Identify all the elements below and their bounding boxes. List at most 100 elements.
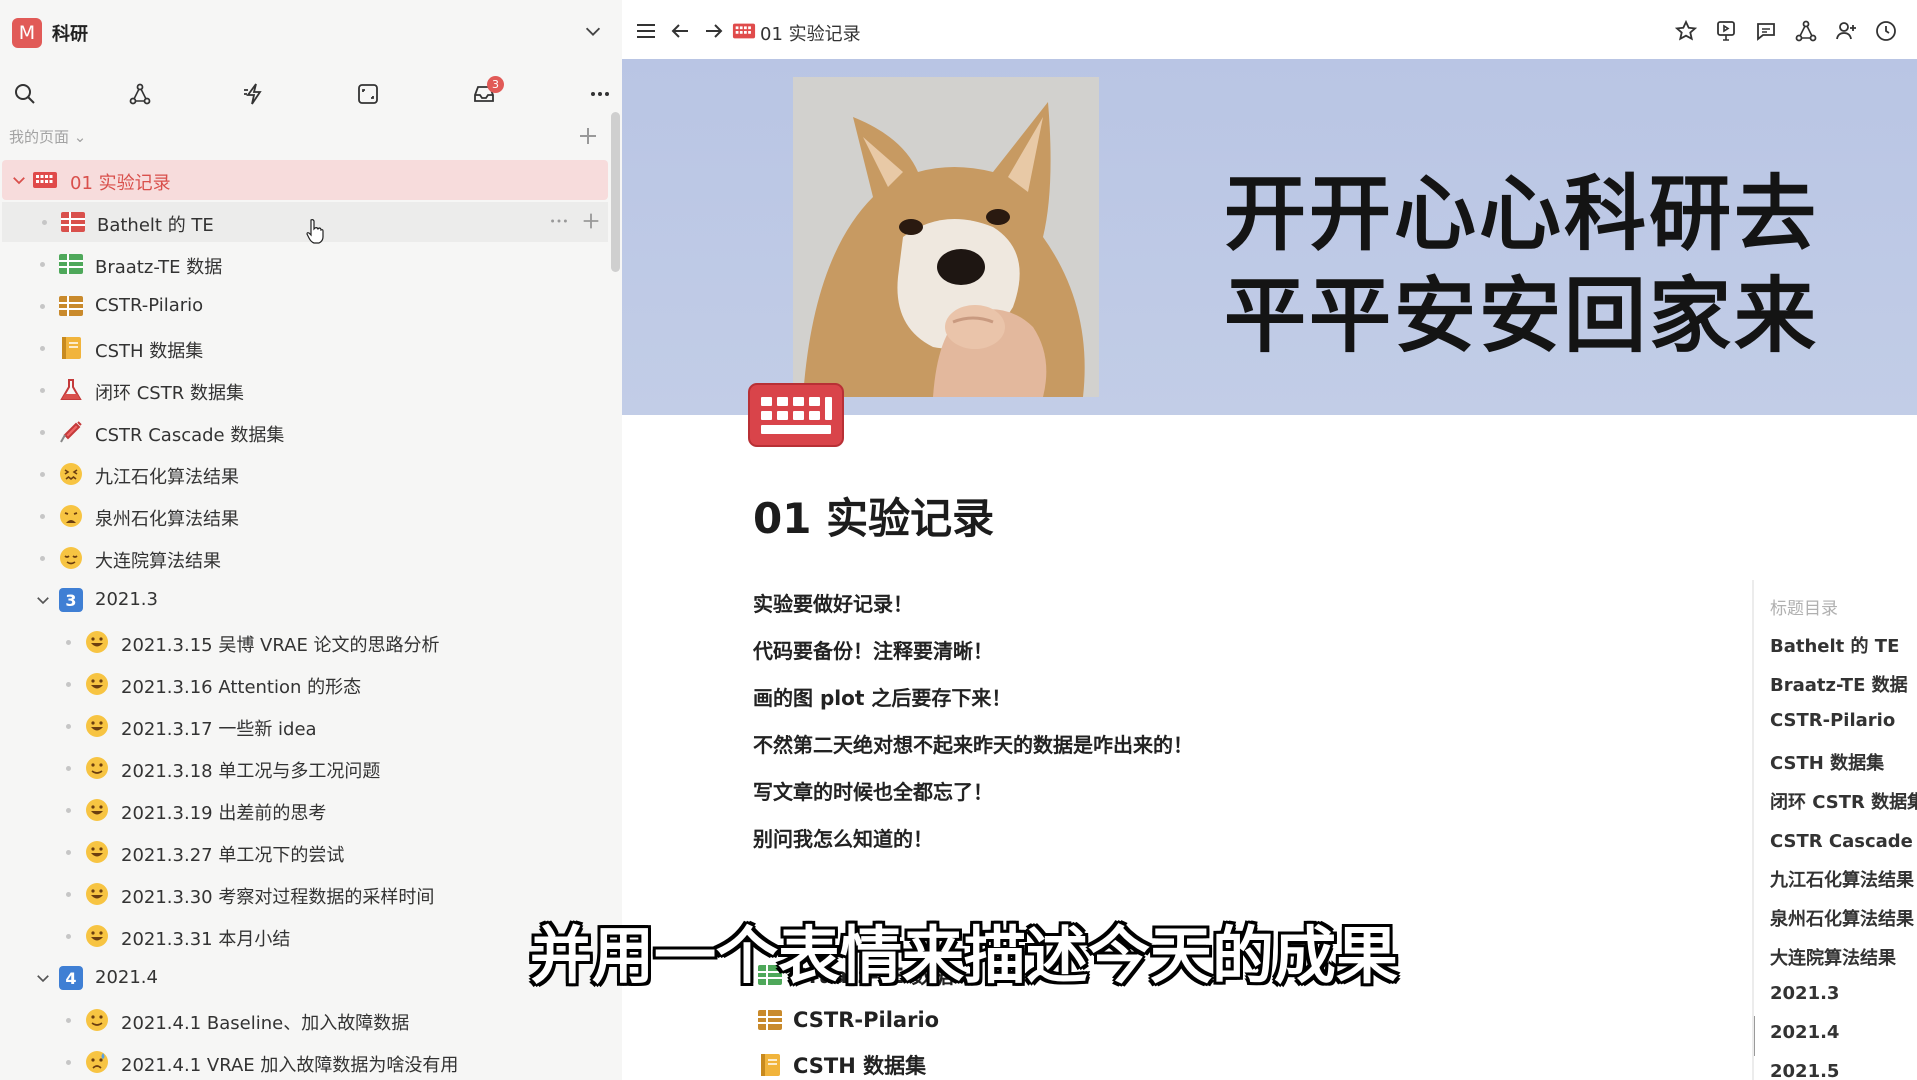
bullet (66, 724, 71, 729)
dog-illustration (793, 77, 1099, 397)
add-subpage-icon[interactable] (580, 210, 602, 232)
bullet (40, 472, 45, 477)
toc-item[interactable]: CSTR Cascade 数据集 (1770, 827, 1917, 853)
toc-item[interactable]: 2021.3 (1770, 983, 1839, 1004)
page-keyboard-icon[interactable] (747, 382, 845, 448)
keycap-3-icon: 3 (59, 588, 83, 612)
paragraph[interactable]: 实验要做好记录！ (753, 588, 913, 617)
cover-text-line2: 平平安安回家来 (1224, 268, 1820, 364)
sidebar-item-2021-4-1-vrae[interactable]: 2021.4.1 VRAE 加入故障数据为啥没有用 (0, 1042, 612, 1080)
toc-item[interactable]: 泉州石化算法结果 (1770, 905, 1914, 931)
sidebar-item-2021-3-17[interactable]: 2021.3.17 一些新 idea (0, 706, 612, 746)
grinning-face-icon (86, 715, 108, 737)
workspace-name: 科研 (52, 24, 88, 45)
keycap-4-icon: 4 (59, 966, 83, 990)
sidebar-item-label: 2021.3 (95, 589, 158, 610)
star-icon[interactable] (1674, 19, 1698, 43)
toc-item[interactable]: 九江石化算法结果 (1770, 866, 1914, 892)
sync-button[interactable] (354, 80, 382, 108)
sidebar-item-2021-4[interactable]: 4 2021.4 (0, 958, 612, 998)
page-title[interactable]: 01 实验记录 (753, 485, 994, 546)
svg-text:3: 3 (65, 591, 76, 610)
add-page-icon[interactable] (576, 124, 600, 148)
sidebar-item-label: CSTR Cascade 数据集 (95, 425, 285, 446)
graph-button[interactable] (126, 80, 154, 108)
sidebar-item-cstr-cascade[interactable]: CSTR Cascade 数据集 (0, 412, 612, 452)
sidebar-item-label: 闭环 CSTR 数据集 (95, 383, 244, 404)
sidebar-item-2021-3-18[interactable]: 2021.3.18 单工况与多工况问题 (0, 748, 612, 788)
sidebar-item-2021-3-19[interactable]: 2021.3.19 出差前的思考 (0, 790, 612, 830)
chevron-down-icon[interactable] (10, 171, 28, 189)
paragraph[interactable]: 别问我怎么知道的！ (753, 823, 933, 852)
worried-face-icon (86, 1051, 108, 1073)
paragraph[interactable]: 代码要备份！注释要清晰！ (753, 635, 993, 664)
page-link-cstr-pilario[interactable]: CSTR-Pilario (757, 1003, 939, 1037)
flash-button[interactable] (240, 80, 268, 108)
my-pages-text: 我的页面 (9, 128, 70, 146)
slides-icon[interactable] (1714, 19, 1738, 43)
bullet (40, 304, 45, 309)
chevron-down-icon[interactable] (582, 20, 604, 42)
back-arrow-icon[interactable] (668, 19, 692, 43)
sidebar-item-2021-4-1-baseline[interactable]: 2021.4.1 Baseline、加入故障数据 (0, 1000, 612, 1040)
workspace-header[interactable]: M 科研 (0, 0, 622, 66)
sidebar-item-bathelt-te[interactable]: Bathelt 的 TE (2, 202, 608, 242)
sidebar-item-jiujiang[interactable]: 九江石化算法结果 (0, 454, 612, 494)
menu-icon[interactable] (634, 19, 658, 43)
paragraph[interactable]: 写文章的时候也全都忘了！ (753, 776, 993, 805)
grinning-face-icon (86, 925, 108, 947)
inbox-button[interactable]: 3 (470, 76, 504, 108)
slightly-smiling-face-icon (86, 757, 108, 779)
page-link-csth[interactable]: CSTH 数据集 (757, 1048, 926, 1080)
toc-item-active[interactable]: 2021.4 (1770, 1022, 1839, 1043)
sidebar-item-braatz-te[interactable]: Braatz-TE 数据 (0, 244, 612, 284)
sidebar-item-label: 2021.3.31 本月小结 (121, 929, 291, 950)
sidebar-item-2021-3-31[interactable]: 2021.3.31 本月小结 (0, 916, 612, 956)
bullet (66, 682, 71, 687)
slightly-smiling-face-icon (86, 1009, 108, 1031)
grinning-face-icon (86, 631, 108, 653)
sidebar-scrollbar[interactable] (611, 112, 620, 272)
breadcrumb-title[interactable]: 01 实验记录 (760, 20, 861, 46)
history-icon[interactable] (1874, 19, 1898, 43)
chevron-down-icon[interactable] (34, 591, 52, 609)
more-button[interactable] (586, 80, 614, 108)
sidebar-item-experiment-log[interactable]: 01 实验记录 (2, 160, 608, 200)
sidebar-item-dalian[interactable]: 大连院算法结果 (0, 538, 612, 578)
add-user-icon[interactable] (1834, 19, 1858, 43)
toc-item[interactable]: 2021.5 (1770, 1061, 1839, 1080)
sidebar-item-label: 01 实验记录 (70, 173, 171, 194)
sidebar-item-2021-3[interactable]: 3 2021.3 (0, 580, 612, 620)
grinning-face-icon (86, 673, 108, 695)
graph-icon[interactable] (1794, 19, 1818, 43)
sidebar-item-csth[interactable]: CSTH 数据集 (0, 328, 612, 368)
toc-item[interactable]: CSTH 数据集 (1770, 749, 1884, 775)
my-pages-label[interactable]: 我的页面 ⌄ (9, 126, 86, 147)
toc-item[interactable]: Bathelt 的 TE (1770, 632, 1899, 658)
bullet (40, 388, 45, 393)
notebook-icon (62, 337, 81, 359)
toc-item[interactable]: CSTR-Pilario (1770, 710, 1895, 731)
toc-item[interactable]: 闭环 CSTR 数据集 (1770, 788, 1917, 814)
table-orange-icon (59, 296, 83, 316)
confounded-face-icon (60, 463, 82, 485)
toc-item[interactable]: 大连院算法结果 (1770, 944, 1896, 970)
sidebar-item-cstr-pilario[interactable]: CSTR-Pilario (0, 286, 612, 326)
cover-image[interactable]: 开开心心科研去 平平安安回家来 (622, 59, 1917, 415)
paragraph[interactable]: 不然第二天绝对想不起来昨天的数据是咋出来的！ (753, 729, 1193, 758)
bullet (42, 220, 47, 225)
toc-item[interactable]: Braatz-TE 数据 (1770, 671, 1908, 697)
sidebar-item-2021-3-16[interactable]: 2021.3.16 Attention 的形态 (0, 664, 612, 704)
search-button[interactable] (11, 80, 39, 108)
paragraph[interactable]: 画的图 plot 之后要存下来！ (753, 682, 1011, 711)
sidebar-item-closed-loop-cstr[interactable]: 闭环 CSTR 数据集 (0, 370, 612, 410)
more-horizontal-icon[interactable] (548, 210, 570, 232)
chevron-down-icon[interactable] (34, 969, 52, 987)
sidebar-item-quanzhou[interactable]: 泉州石化算法结果 (0, 496, 612, 536)
comment-icon[interactable] (1754, 19, 1778, 43)
sidebar-item-2021-3-30[interactable]: 2021.3.30 考察对过程数据的采样时间 (0, 874, 612, 914)
forward-arrow-icon[interactable] (702, 19, 726, 43)
sidebar-item-2021-3-27[interactable]: 2021.3.27 单工况下的尝试 (0, 832, 612, 872)
sidebar-item-2021-3-15[interactable]: 2021.3.15 吴博 VRAE 论文的思路分析 (0, 622, 612, 662)
bullet (66, 640, 71, 645)
